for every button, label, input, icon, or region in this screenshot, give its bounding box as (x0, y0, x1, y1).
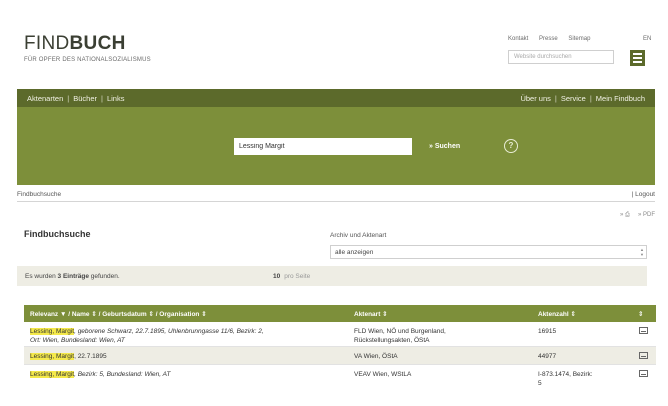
table-row[interactable]: Lessing, Margit, 22.7.1895 VA Wien, ÖStA… (24, 347, 656, 365)
table-row[interactable]: Lessing, Margit, Bezirk: 5, Bundesland: … (24, 365, 656, 389)
top-link-kontakt[interactable]: Kontakt (508, 36, 528, 42)
divider (17, 201, 655, 202)
nav-item-buecher[interactable]: Bücher (73, 94, 97, 103)
top-link-sitemap[interactable]: Sitemap (568, 36, 590, 42)
select-arrows-icon: ▲ ▼ (640, 247, 644, 257)
per-page-value: 10 (273, 273, 281, 280)
main-search-input[interactable] (234, 138, 412, 155)
help-icon[interactable]: ? (504, 139, 518, 153)
breadcrumb: Findbuchsuche | Logout (17, 191, 655, 198)
table-header: Relevanz ▼ / Name ⇕ / Geburtsdatum ⇕ / O… (24, 305, 656, 322)
detail-view-icon[interactable] (639, 370, 648, 377)
row-aktenzahl-cell: 44977 (538, 353, 557, 360)
logout-link[interactable]: | Logout (632, 191, 655, 198)
table-row[interactable]: Lessing, Margit, geborene Schwarz, 22.7.… (24, 322, 656, 347)
results-summary: Es wurden 3 Einträge gefunden. 10 pro Sei… (17, 266, 647, 286)
results-table: Relevanz ▼ / Name ⇕ / Geburtsdatum ⇕ / O… (24, 305, 656, 389)
nav-item-mein-findbuch[interactable]: Mein Findbuch (596, 94, 645, 103)
row-name-cell: Lessing, Margit, 22.7.1895 (30, 352, 107, 361)
aktenzahl-line-2: 5 (538, 380, 542, 387)
results-prefix: Es wurden (25, 273, 58, 280)
logo-text-bold: BUCH (69, 33, 126, 54)
name-highlight[interactable]: Lessing, Margit (30, 353, 75, 360)
row-aktenzahl-cell: I-873.1474, Bezirk: 5 (538, 370, 593, 388)
nav-item-aktenarten[interactable]: Aktenarten (27, 94, 63, 103)
results-count-text: Es wurden 3 Einträge gefunden. (25, 273, 120, 280)
aktenzahl-line-1: I-873.1474, Bezirk: (538, 371, 593, 378)
logo-subtitle: FÜR OPFER DES NATIONALSOZIALISMUS (24, 57, 151, 63)
results-count: 3 Einträge (57, 273, 89, 280)
row-aktenzahl-cell: 16915 (538, 328, 557, 335)
menu-icon[interactable] (630, 50, 645, 66)
top-link-presse[interactable]: Presse (539, 36, 558, 42)
row-aktenart-cell: VA Wien, ÖStA (354, 353, 398, 360)
findbuch-logo[interactable]: FINDBUCH FÜR OPFER DES NATIONALSOZIALISM… (24, 33, 151, 64)
detail-view-icon[interactable] (639, 352, 648, 359)
row-aktenart-cell: FLD Wien, NÖ und Burgenland, Rückstellung… (354, 327, 446, 345)
header-name-sort[interactable]: Relevanz ▼ / Name ⇕ / Geburtsdatum ⇕ / O… (30, 310, 207, 318)
header-aktenzahl-sort[interactable]: Aktenzahl ⇕ (538, 310, 576, 318)
row-name-cell: Lessing, Margit, Bezirk: 5, Bundesland: … (30, 370, 170, 379)
print-link[interactable]: » ⎙ (620, 212, 630, 219)
language-switch-en[interactable]: EN (643, 36, 651, 42)
search-button[interactable]: » Suchen (429, 143, 460, 150)
header-aktenart-sort[interactable]: Aktenart ⇕ (354, 310, 388, 318)
name-details: , geborene Schwarz, 22.7.1895, Uhlenbrun… (74, 328, 264, 335)
site-search-input[interactable]: Website durchsuchen (508, 50, 614, 64)
results-suffix: gefunden. (88, 273, 120, 280)
per-page-selector[interactable]: 10 pro Seite (273, 273, 310, 280)
aktenart-line-2: Rückstellungsakten, ÖStA (354, 337, 430, 344)
nav-item-links[interactable]: Links (107, 94, 125, 103)
nav-item-ueber-uns[interactable]: Über uns (520, 94, 550, 103)
header-icon-sort[interactable]: ⇕ (638, 310, 643, 318)
archive-filter-value: alle anzeigen (335, 249, 374, 256)
breadcrumb-current: Findbuchsuche (17, 191, 62, 198)
nav-item-service[interactable]: Service (561, 94, 586, 103)
name-details: , Bezirk: 5, Bundesland: Wien, AT (74, 371, 171, 378)
archive-filter-select[interactable]: alle anzeigen ▲ ▼ (330, 245, 647, 259)
logo-text-light: FIND (24, 33, 70, 54)
name-details: , 22.7.1895 (74, 353, 107, 360)
row-name-cell: Lessing, Margit, geborene Schwarz, 22.7.… (30, 327, 340, 345)
archive-filter-label: Archiv und Aktenart (330, 232, 387, 239)
row-aktenart-cell: VEAV Wien, WStLA (354, 371, 412, 378)
per-page-label: pro Seite (284, 273, 311, 280)
main-navigation: Aktenarten | Bücher | Links Über uns | Service… (17, 89, 655, 107)
top-links: Kontakt Presse Sitemap (508, 36, 599, 42)
name-highlight[interactable]: Lessing, Margit (30, 371, 75, 378)
name-details-2: Ort: Wien, Bundesland: Wien, AT (30, 337, 125, 344)
pdf-link[interactable]: » PDF (638, 212, 655, 218)
aktenart-line-1: FLD Wien, NÖ und Burgenland, (354, 328, 446, 335)
search-band: » Suchen ? (17, 107, 655, 185)
detail-view-icon[interactable] (639, 327, 648, 334)
page-title: Findbuchsuche (24, 229, 91, 239)
name-highlight[interactable]: Lessing, Margit (30, 328, 75, 335)
